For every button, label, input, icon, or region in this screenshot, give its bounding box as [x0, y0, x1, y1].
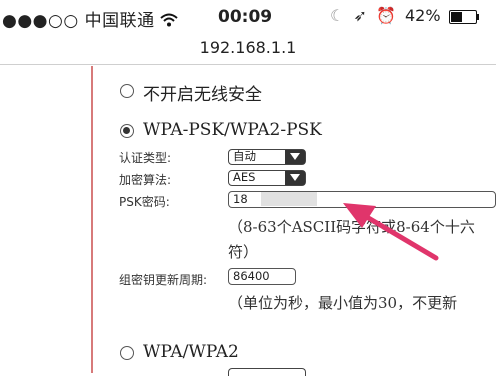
annotation-arrow — [343, 203, 439, 261]
